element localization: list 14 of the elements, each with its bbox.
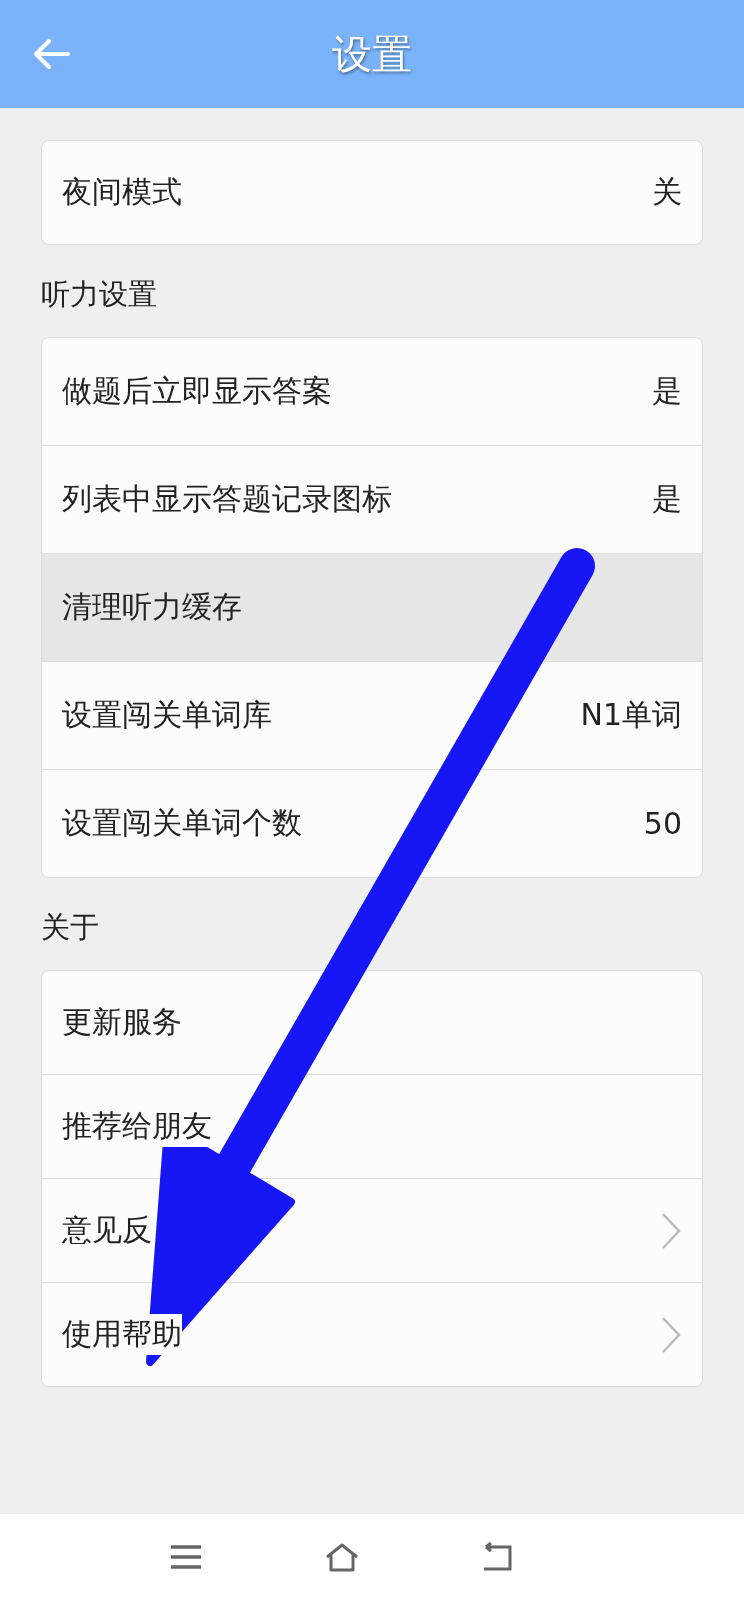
settings-row[interactable]: 夜间模式 关 xyxy=(42,141,702,244)
row-value: 50 xyxy=(643,806,682,841)
row-value: 是 xyxy=(652,372,682,410)
settings-row[interactable]: 设置闯关单词个数 50 xyxy=(42,769,702,877)
section-title: 关于 xyxy=(41,909,100,946)
row-label: 使用帮助 xyxy=(62,1314,182,1355)
settings-row[interactable]: 清理听力缓存 xyxy=(42,553,702,661)
page-title: 设置 xyxy=(332,29,412,79)
row-value: 关 xyxy=(652,173,682,211)
settings-row[interactable]: 使用帮助 xyxy=(42,1282,702,1386)
section-title: 听力设置 xyxy=(41,276,158,313)
row-value: 是 xyxy=(652,480,682,518)
row-value: N1单词 xyxy=(580,696,682,734)
home-icon[interactable] xyxy=(324,1541,360,1573)
